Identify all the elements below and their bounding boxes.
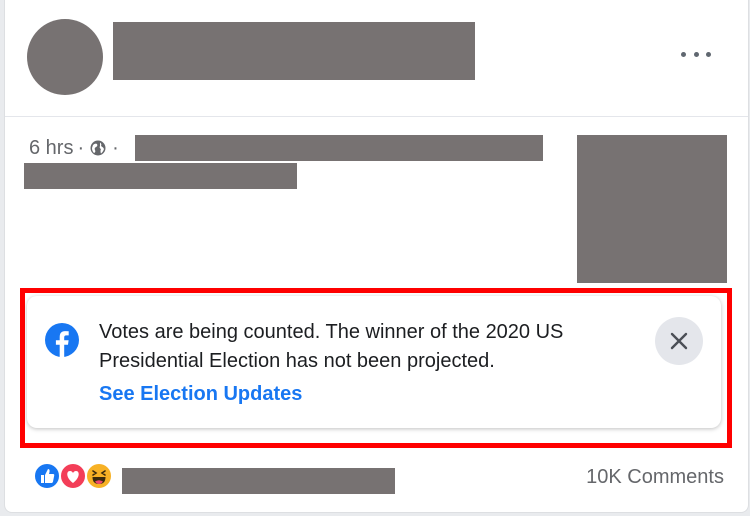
more-options-button[interactable]: [681, 42, 711, 66]
redacted-post-text-line-2: [24, 163, 297, 189]
globe-icon[interactable]: [90, 140, 106, 156]
reactions-summary[interactable]: [33, 462, 119, 492]
meta-separator-2: ·: [112, 136, 119, 159]
redacted-author-name: [113, 22, 475, 80]
post-timestamp[interactable]: 6 hrs: [29, 137, 73, 160]
redacted-post-text-line-1: [135, 135, 543, 161]
avatar[interactable]: [27, 19, 103, 95]
header-divider: [5, 116, 748, 117]
love-reaction-icon: [59, 462, 87, 490]
see-election-updates-link[interactable]: See Election Updates: [99, 380, 302, 408]
haha-reaction-icon: [85, 462, 113, 490]
comments-count-link[interactable]: 10K Comments: [586, 466, 724, 489]
more-options-icon: [681, 51, 686, 57]
close-icon: [670, 332, 688, 350]
redacted-reaction-names: [122, 468, 395, 494]
like-reaction-icon: [33, 462, 61, 490]
notice-message: Votes are being counted. The winner of t…: [99, 321, 564, 372]
election-info-notice: Votes are being counted. The winner of t…: [27, 296, 721, 428]
redacted-link-thumbnail[interactable]: [577, 135, 727, 283]
meta-separator: ·: [77, 136, 85, 159]
facebook-icon: [45, 323, 79, 357]
post-meta: 6 hrs · ·: [29, 136, 123, 160]
close-notice-button[interactable]: [655, 317, 703, 365]
